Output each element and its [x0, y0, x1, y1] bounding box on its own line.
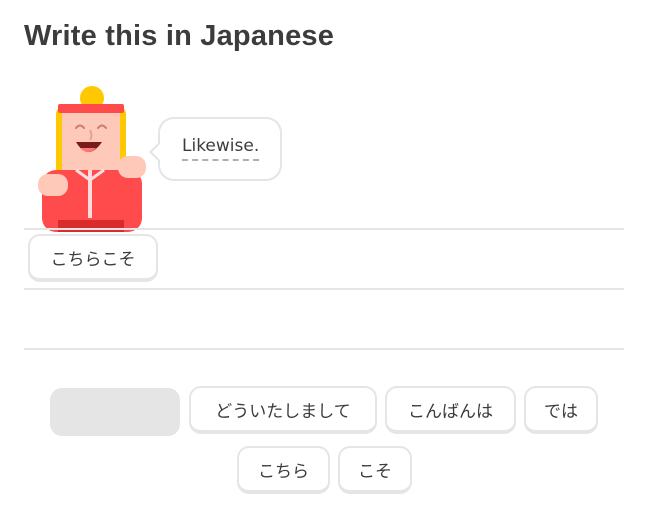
page-title: Write this in Japanese — [24, 20, 335, 52]
word-bank-tile[interactable]: どういたしまして — [189, 386, 377, 434]
word-bank-tile[interactable]: こそ — [338, 446, 412, 494]
character-illustration — [36, 84, 156, 232]
word-bank-tile[interactable]: こちら — [237, 446, 330, 494]
word-bank-tile[interactable]: こんばんは — [385, 386, 516, 434]
answer-tile[interactable]: こちらこそ — [28, 234, 158, 282]
word-bank-tile[interactable]: では — [524, 386, 598, 434]
speech-text[interactable]: Likewise. — [182, 136, 260, 161]
word-bank-slot-empty — [50, 388, 180, 436]
answer-line-1 — [24, 228, 624, 230]
answer-line-3 — [24, 348, 624, 350]
answer-line-2 — [24, 288, 624, 290]
